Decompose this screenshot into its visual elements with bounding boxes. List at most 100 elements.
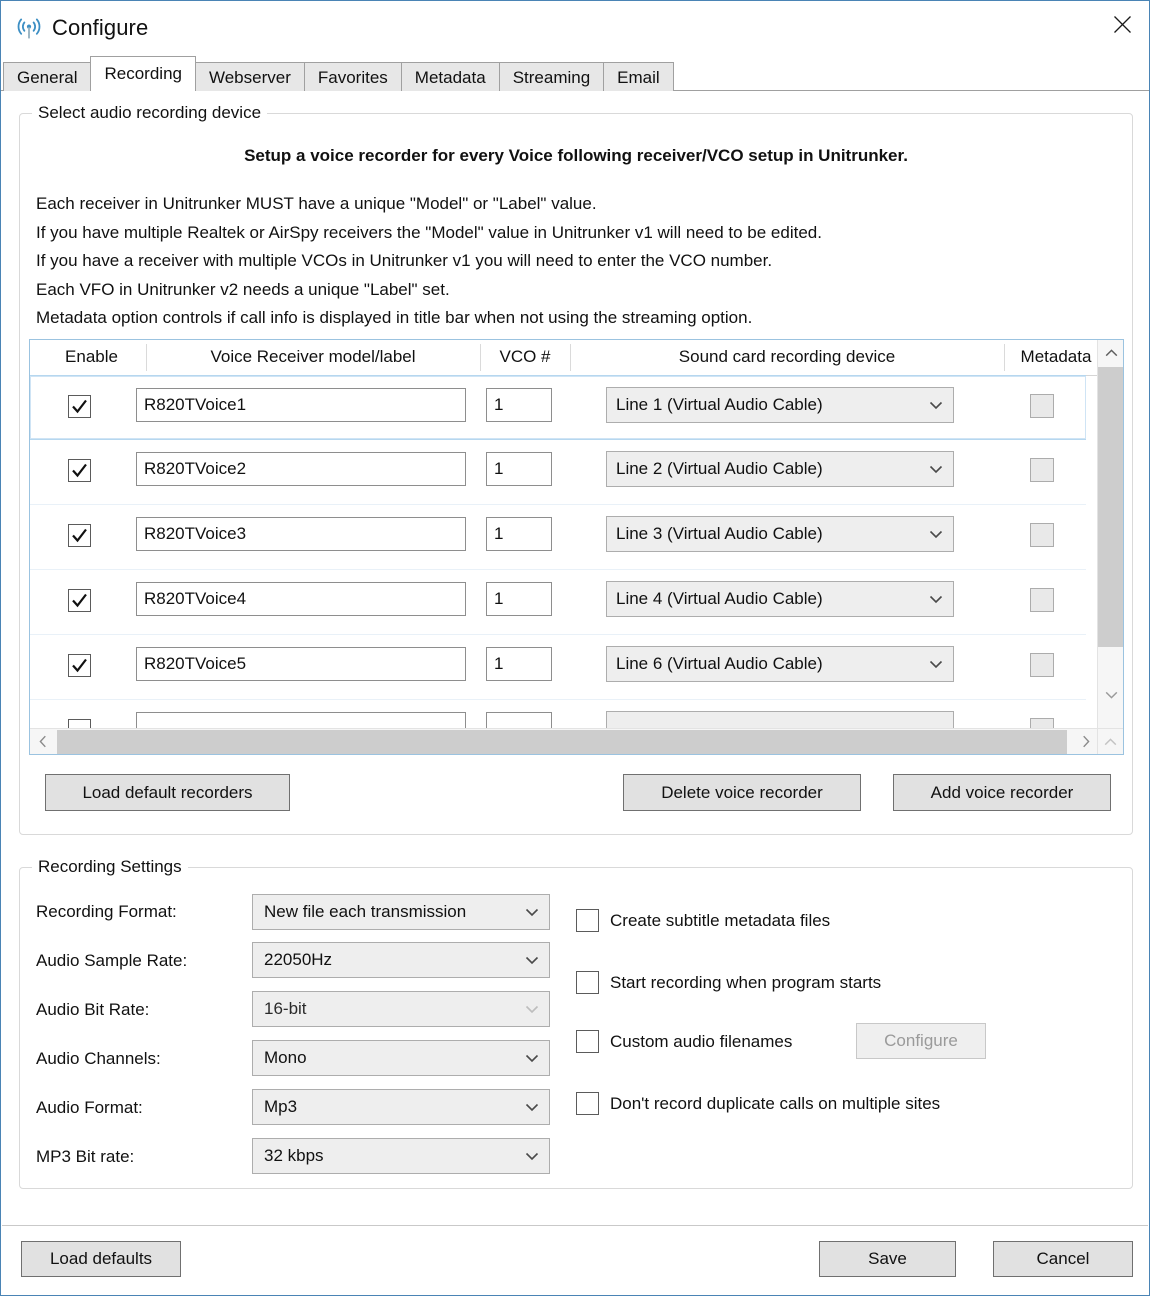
sound-card-value: Line 1 (Virtual Audio Cable) — [616, 395, 823, 414]
recording-format-label: Recording Format: — [36, 902, 177, 921]
sound-card-dropdown[interactable]: Line 4 (Virtual Audio Cable) — [606, 581, 954, 617]
chevron-down-icon — [929, 647, 943, 681]
metadata-checkbox[interactable] — [1030, 458, 1054, 482]
custom-audio-filenames-checkbox-row[interactable]: Custom audio filenames — [576, 1030, 792, 1053]
metadata-checkbox[interactable] — [1030, 523, 1054, 547]
audio-channels-value: Mono — [264, 1048, 307, 1067]
save-button[interactable]: Save — [819, 1241, 956, 1277]
grid-horizontal-scrollbar[interactable] — [30, 728, 1123, 754]
metadata-checkbox[interactable] — [1030, 588, 1054, 612]
metadata-checkbox[interactable] — [1030, 394, 1054, 418]
audio-sample-rate-label: Audio Sample Rate: — [36, 951, 188, 970]
table-row[interactable]: R820TVoice2 1 Line 2 (Virtual Audio Cabl… — [30, 440, 1086, 505]
no-duplicate-calls-label: Don't record duplicate calls on multiple… — [610, 1093, 941, 1113]
scroll-right-icon[interactable] — [1073, 729, 1099, 754]
model-label-input[interactable]: R820TVoice4 — [136, 582, 466, 616]
vco-input[interactable]: 1 — [486, 388, 552, 422]
table-row[interactable]: R820TVoice1 1 Line 1 (Virtual Audio Cabl… — [30, 375, 1086, 440]
tab-streaming[interactable]: Streaming — [498, 62, 605, 91]
sound-card-dropdown[interactable]: Line 2 (Virtual Audio Cable) — [606, 451, 954, 487]
start-recording-on-start-checkbox[interactable] — [576, 971, 599, 994]
sound-card-value: Line 6 (Virtual Audio Cable) — [616, 654, 823, 673]
chevron-down-icon — [929, 388, 943, 422]
vco-input[interactable]: 1 — [486, 647, 552, 681]
title-bar: Configure — [1, 1, 1149, 55]
select-audio-recording-device-group: Select audio recording device Setup a vo… — [19, 103, 1133, 835]
tab-webserver[interactable]: Webserver — [194, 62, 305, 91]
scroll-thumb-vertical[interactable] — [1098, 367, 1123, 647]
audio-format-value: Mp3 — [264, 1097, 298, 1116]
scroll-left-icon[interactable] — [30, 729, 56, 754]
configure-filenames-button[interactable]: Configure — [856, 1023, 986, 1059]
custom-audio-filenames-label: Custom audio filenames — [610, 1031, 793, 1051]
sound-card-dropdown[interactable]: Line 6 (Virtual Audio Cable) — [606, 646, 954, 682]
group-legend-devices: Select audio recording device — [32, 103, 268, 123]
vco-input[interactable]: 1 — [486, 517, 552, 551]
scroll-thumb-horizontal[interactable] — [57, 730, 1067, 754]
audio-channels-dropdown[interactable]: Mono — [252, 1040, 550, 1076]
model-label-input[interactable]: R820TVoice1 — [136, 388, 466, 422]
voice-recorders-grid: Enable Voice Receiver model/label VCO # … — [29, 339, 1124, 755]
sound-card-value: Line 3 (Virtual Audio Cable) — [616, 524, 823, 543]
tab-metadata[interactable]: Metadata — [400, 62, 500, 91]
create-subtitle-metadata-checkbox[interactable] — [576, 909, 599, 932]
grid-body: R820TVoice1 1 Line 1 (Virtual Audio Cabl… — [30, 375, 1086, 733]
scrollbar-corner — [1097, 728, 1123, 754]
audio-format-dropdown[interactable]: Mp3 — [252, 1089, 550, 1125]
recording-format-dropdown[interactable]: New file each transmission — [252, 894, 550, 930]
tab-general[interactable]: General — [3, 62, 92, 91]
grid-vertical-scrollbar[interactable] — [1097, 340, 1123, 734]
metadata-checkbox[interactable] — [1030, 653, 1054, 677]
column-header-metadata: Metadata — [1020, 347, 1092, 366]
column-header-sound-card: Sound card recording device — [678, 347, 896, 366]
load-defaults-button[interactable]: Load defaults — [21, 1241, 181, 1277]
table-row[interactable]: R820TVoice4 1 Line 4 (Virtual Audio Cabl… — [30, 570, 1086, 635]
load-default-recorders-button[interactable]: Load default recorders — [45, 774, 290, 811]
tab-recording[interactable]: Recording — [90, 56, 196, 91]
sound-card-value: Line 4 (Virtual Audio Cable) — [616, 589, 823, 608]
chevron-down-icon — [525, 943, 539, 977]
column-header-enable: Enable — [65, 347, 118, 366]
enable-checkbox[interactable] — [68, 524, 91, 547]
add-voice-recorder-button[interactable]: Add voice recorder — [893, 774, 1111, 811]
model-label-input[interactable]: R820TVoice5 — [136, 647, 466, 681]
cancel-button[interactable]: Cancel — [993, 1241, 1133, 1277]
audio-bit-rate-value: 16-bit — [264, 999, 307, 1018]
chevron-down-icon — [929, 582, 943, 616]
no-duplicate-calls-checkbox-row[interactable]: Don't record duplicate calls on multiple… — [576, 1092, 940, 1115]
audio-bit-rate-dropdown[interactable]: 16-bit — [252, 991, 550, 1027]
mp3-bit-rate-dropdown[interactable]: 32 kbps — [252, 1138, 550, 1174]
close-icon[interactable] — [1095, 1, 1149, 47]
tab-email[interactable]: Email — [603, 62, 674, 91]
chevron-down-icon — [929, 452, 943, 486]
tab-favorites[interactable]: Favorites — [303, 62, 402, 91]
chevron-down-icon — [525, 992, 539, 1026]
start-recording-on-start-checkbox-row[interactable]: Start recording when program starts — [576, 971, 881, 994]
custom-audio-filenames-checkbox[interactable] — [576, 1030, 599, 1053]
model-label-input[interactable]: R820TVoice3 — [136, 517, 466, 551]
sound-card-dropdown[interactable]: Line 3 (Virtual Audio Cable) — [606, 516, 954, 552]
mp3-bit-rate-value: 32 kbps — [264, 1146, 324, 1165]
enable-checkbox[interactable] — [68, 395, 91, 418]
table-row[interactable]: R820TVoice3 1 Line 3 (Virtual Audio Cabl… — [30, 505, 1086, 570]
enable-checkbox[interactable] — [68, 459, 91, 482]
model-label-input[interactable]: R820TVoice2 — [136, 452, 466, 486]
vco-input[interactable]: 1 — [486, 582, 552, 616]
no-duplicate-calls-checkbox[interactable] — [576, 1092, 599, 1115]
note-line: Metadata option controls if call info is… — [36, 308, 753, 327]
delete-voice-recorder-button[interactable]: Delete voice recorder — [623, 774, 861, 811]
enable-checkbox[interactable] — [68, 654, 91, 677]
enable-checkbox[interactable] — [68, 589, 91, 612]
scroll-down-icon[interactable] — [1098, 682, 1123, 708]
note-line: Each VFO in Unitrunker v2 needs a unique… — [36, 279, 450, 299]
sound-card-value: Line 2 (Virtual Audio Cable) — [616, 459, 823, 478]
audio-channels-label: Audio Channels: — [36, 1049, 161, 1068]
audio-sample-rate-dropdown[interactable]: 22050Hz — [252, 942, 550, 978]
vco-input[interactable]: 1 — [486, 452, 552, 486]
scroll-up-icon[interactable] — [1098, 340, 1123, 366]
column-header-vco: VCO # — [499, 347, 551, 366]
table-row[interactable]: R820TVoice5 1 Line 6 (Virtual Audio Cabl… — [30, 635, 1086, 700]
audio-sample-rate-value: 22050Hz — [264, 950, 333, 969]
sound-card-dropdown[interactable]: Line 1 (Virtual Audio Cable) — [606, 387, 954, 423]
create-subtitle-metadata-checkbox-row[interactable]: Create subtitle metadata files — [576, 909, 830, 932]
